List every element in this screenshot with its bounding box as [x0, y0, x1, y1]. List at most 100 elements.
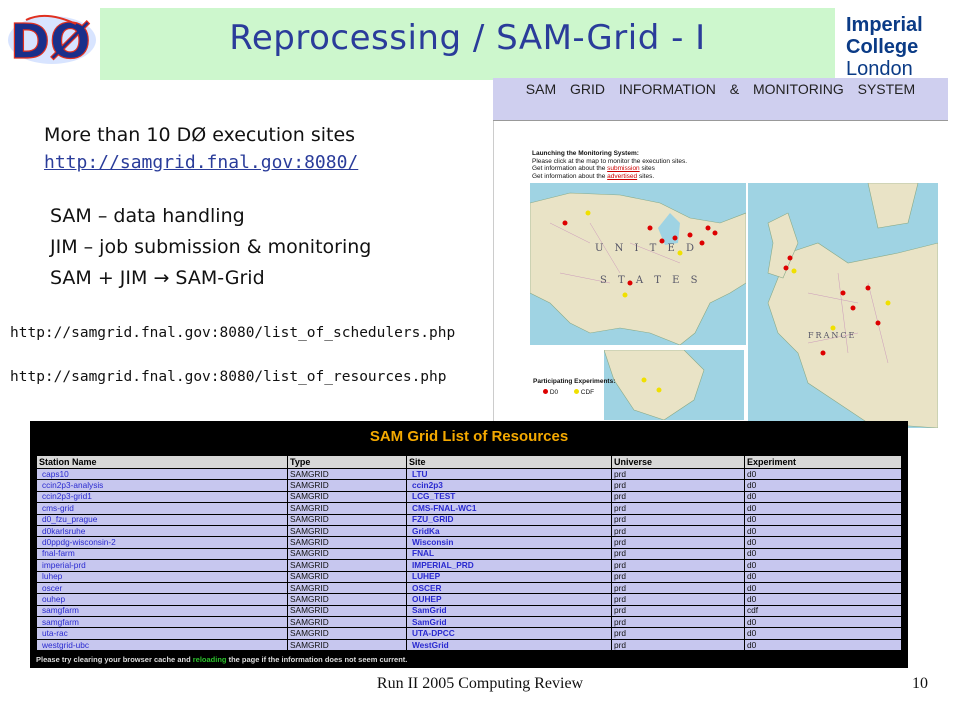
site-cell[interactable]: OSCER — [406, 581, 612, 595]
universe-cell: prd — [611, 604, 745, 618]
table-row[interactable]: uta-rac SAMGRID UTA-DPCC prd d0 — [36, 627, 902, 640]
table-row[interactable]: samgfarm SAMGRID SamGrid prd d0 — [36, 616, 902, 629]
schedulers-url[interactable]: http://samgrid.fnal.gov:8080/list_of_sch… — [10, 325, 455, 341]
europe-map[interactable]: FRANCE — [748, 183, 938, 428]
table-row[interactable]: westgrid-ubc SAMGRID WestGrid prd d0 — [36, 638, 902, 652]
station-name-cell[interactable]: d0karlsruhe — [36, 524, 288, 538]
experiment-cell: d0 — [744, 581, 902, 595]
experiment-cell: d0 — [744, 616, 902, 629]
site-cell[interactable]: LTU — [406, 467, 612, 481]
page-number: 10 — [912, 675, 928, 692]
site-cell[interactable]: ccin2p3 — [406, 479, 612, 492]
station-name-cell[interactable]: imperial-prd — [36, 559, 288, 572]
station-name-cell[interactable]: uta-rac — [36, 627, 288, 640]
submission-link[interactable]: submission — [607, 165, 640, 172]
universe-cell: prd — [611, 593, 745, 606]
experiment-cell: d0 — [744, 627, 902, 640]
universe-cell: prd — [611, 616, 745, 629]
imperial-logo-line2: London — [846, 58, 913, 80]
station-name-cell[interactable]: oscer — [36, 581, 288, 595]
type-cell: SAMGRID — [287, 570, 407, 583]
site-cell[interactable]: LCG_TEST — [406, 490, 612, 504]
svg-text:DØ: DØ — [10, 14, 91, 68]
universe-cell: prd — [611, 536, 745, 549]
experiment-cell: d0 — [744, 524, 902, 538]
type-cell: SAMGRID — [287, 502, 407, 515]
table-row[interactable]: ouhep SAMGRID OUHEP prd d0 — [36, 593, 902, 606]
station-name-cell[interactable]: samgfarm — [36, 604, 288, 618]
mexico-map[interactable] — [604, 350, 744, 420]
station-name-cell[interactable]: d0ppdg-wisconsin-2 — [36, 536, 288, 549]
station-name-cell[interactable]: ccin2p3-analysis — [36, 479, 288, 492]
resource-footer-note: Please try clearing your browser cache a… — [36, 655, 408, 664]
table-row[interactable]: d0karlsruhe SAMGRID GridKa prd d0 — [36, 524, 902, 538]
site-cell[interactable]: OUHEP — [406, 593, 612, 606]
type-cell: SAMGRID — [287, 559, 407, 572]
imperial-college-logo: Imperial College London — [846, 14, 960, 80]
station-name-cell[interactable]: cms-grid — [36, 502, 288, 515]
table-row[interactable]: luhep SAMGRID LUHEP prd d0 — [36, 570, 902, 583]
table-row[interactable]: imperial-prd SAMGRID IMPERIAL_PRD prd d0 — [36, 559, 902, 572]
usa-map[interactable]: U N I T E D S T A T E S — [530, 183, 746, 345]
col-universe: Universe — [611, 455, 745, 469]
station-name-cell[interactable]: fnal-farm — [36, 547, 288, 561]
advertised-link[interactable]: advertised — [607, 173, 637, 180]
table-row[interactable]: d0_fzu_prague SAMGRID FZU_GRID prd d0 — [36, 513, 902, 526]
universe-cell: prd — [611, 638, 745, 652]
footer-text: Run II 2005 Computing Review — [376, 675, 584, 692]
bullet-jim: JIM – job submission & monitoring — [50, 236, 372, 258]
station-name-cell[interactable]: samgfarm — [36, 616, 288, 629]
instructions-line-3: Get information about the advertised sit… — [532, 172, 655, 180]
resource-table: Station Name Type Site Universe Experime… — [36, 455, 902, 652]
experiment-cell: d0 — [744, 593, 902, 606]
table-row[interactable]: samgfarm SAMGRID SamGrid prd cdf — [36, 604, 902, 618]
slide-title: Reprocessing / SAM-Grid - I — [229, 18, 706, 58]
table-row[interactable]: ccin2p3-analysis SAMGRID ccin2p3 prd d0 — [36, 479, 902, 492]
experiment-cell: d0 — [744, 547, 902, 561]
site-cell[interactable]: GridKa — [406, 524, 612, 538]
station-name-cell[interactable]: d0_fzu_prague — [36, 513, 288, 526]
legend-d0-label: D0 — [549, 389, 559, 396]
table-header-row: Station Name Type Site Universe Experime… — [36, 455, 902, 469]
table-row[interactable]: fnal-farm SAMGRID FNAL prd d0 — [36, 547, 902, 561]
bullet-sam: SAM – data handling — [50, 205, 245, 227]
site-cell[interactable]: UTA-DPCC — [406, 627, 612, 640]
site-cell[interactable]: IMPERIAL_PRD — [406, 559, 612, 572]
d0-logo: DØ — [8, 13, 96, 68]
col-station-name: Station Name — [36, 455, 288, 469]
legend-d0-icon — [543, 389, 548, 394]
site-cell[interactable]: Wisconsin — [406, 536, 612, 549]
resources-url[interactable]: http://samgrid.fnal.gov:8080/list_of_res… — [10, 369, 447, 385]
resource-list-title: SAM Grid List of Resources — [369, 428, 569, 445]
station-name-cell[interactable]: ouhep — [36, 593, 288, 606]
experiments-legend: Participating Experiments: D0 CDF — [533, 378, 623, 402]
samgrid-main-link[interactable]: http://samgrid.fnal.gov:8080/ — [44, 152, 358, 173]
station-name-cell[interactable]: caps10 — [36, 467, 288, 481]
station-name-cell[interactable]: ccin2p3-grid1 — [36, 490, 288, 504]
station-name-cell[interactable]: westgrid-ubc — [36, 638, 288, 652]
type-cell: SAMGRID — [287, 467, 407, 481]
station-name-cell[interactable]: luhep — [36, 570, 288, 583]
site-cell[interactable]: WestGrid — [406, 638, 612, 652]
type-cell: SAMGRID — [287, 638, 407, 652]
svg-text:FRANCE: FRANCE — [808, 331, 856, 340]
table-row[interactable]: cms-grid SAMGRID CMS-FNAL-WC1 prd d0 — [36, 502, 902, 515]
reloading-link[interactable]: reloading — [193, 655, 227, 664]
experiment-cell: d0 — [744, 490, 902, 504]
table-row[interactable]: ccin2p3-grid1 SAMGRID LCG_TEST prd d0 — [36, 490, 902, 504]
col-type: Type — [287, 455, 407, 469]
site-cell[interactable]: SamGrid — [406, 616, 612, 629]
site-cell[interactable]: SamGrid — [406, 604, 612, 618]
site-cell[interactable]: LUHEP — [406, 570, 612, 583]
type-cell: SAMGRID — [287, 604, 407, 618]
table-row[interactable]: oscer SAMGRID OSCER prd d0 — [36, 581, 902, 595]
universe-cell: prd — [611, 479, 745, 492]
site-cell[interactable]: CMS-FNAL-WC1 — [406, 502, 612, 515]
site-cell[interactable]: FZU_GRID — [406, 513, 612, 526]
svg-text:U N I T E D: U N I T E D — [595, 243, 698, 254]
table-row[interactable]: caps10 SAMGRID LTU prd d0 — [36, 467, 902, 481]
svg-text:S T A T E S: S T A T E S — [600, 275, 701, 286]
table-row[interactable]: d0ppdg-wisconsin-2 SAMGRID Wisconsin prd d0 — [36, 536, 902, 549]
site-cell[interactable]: FNAL — [406, 547, 612, 561]
experiment-cell: d0 — [744, 570, 902, 583]
